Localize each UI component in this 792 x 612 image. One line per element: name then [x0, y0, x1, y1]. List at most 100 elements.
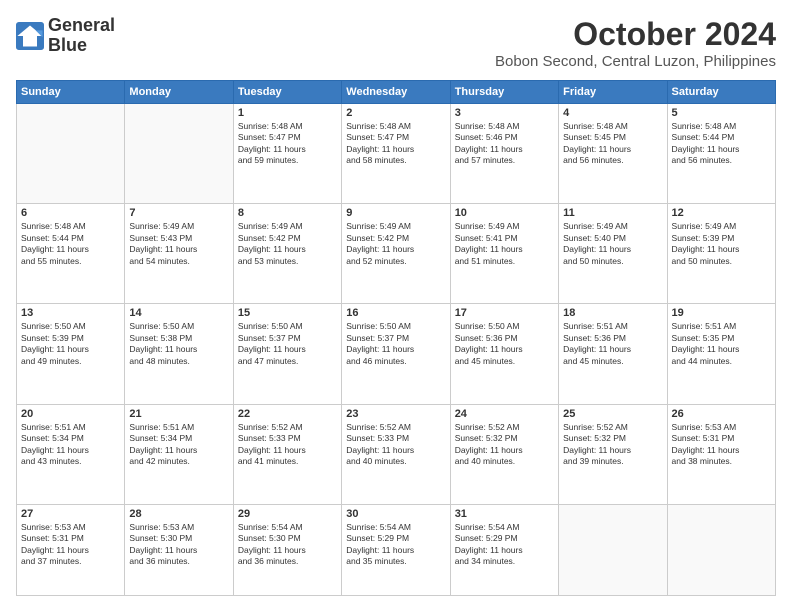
day-number: 12	[672, 207, 771, 219]
day-number: 3	[455, 107, 554, 119]
day-info: Sunrise: 5:52 AM Sunset: 5:32 PM Dayligh…	[563, 422, 662, 468]
calendar-cell: 31Sunrise: 5:54 AM Sunset: 5:29 PM Dayli…	[450, 504, 558, 595]
day-number: 7	[129, 207, 228, 219]
weekday-header-row: SundayMondayTuesdayWednesdayThursdayFrid…	[17, 81, 776, 104]
calendar-cell: 19 Sunrise: 5:51 AM Sunset: 5:35 PM Dayli…	[667, 304, 775, 404]
day-number: 17	[455, 307, 554, 319]
day-info: Sunrise: 5:50 AM Sunset: 5:38 PM Dayligh…	[129, 321, 228, 367]
calendar-cell	[667, 504, 775, 595]
calendar-cell: 24 Sunrise: 5:52 AM Sunset: 5:32 PM Dayli…	[450, 404, 558, 504]
calendar-cell: 13Sunrise: 5:50 AM Sunset: 5:39 PM Dayli…	[17, 304, 125, 404]
logo-text: General Blue	[48, 16, 115, 56]
month-title: October 2024	[495, 16, 776, 53]
calendar-cell: 21 Sunrise: 5:51 AM Sunset: 5:34 PM Dayli…	[125, 404, 233, 504]
day-number: 20	[21, 408, 120, 420]
day-info: Sunrise: 5:49 AM Sunset: 5:43 PM Dayligh…	[129, 221, 228, 267]
weekday-header-tuesday: Tuesday	[233, 81, 341, 104]
day-info: Sunrise: 5:50 AM Sunset: 5:37 PM Dayligh…	[346, 321, 445, 367]
day-info: Sunrise: 5:48 AM Sunset: 5:44 PM Dayligh…	[672, 121, 771, 167]
calendar-cell: 29Sunrise: 5:54 AM Sunset: 5:30 PM Dayli…	[233, 504, 341, 595]
day-info: Sunrise: 5:52 AM Sunset: 5:33 PM Dayligh…	[346, 422, 445, 468]
day-number: 4	[563, 107, 662, 119]
day-number: 2	[346, 107, 445, 119]
day-number: 18	[563, 307, 662, 319]
day-number: 29	[238, 508, 337, 520]
calendar-table: SundayMondayTuesdayWednesdayThursdayFrid…	[16, 80, 776, 596]
day-info: Sunrise: 5:50 AM Sunset: 5:39 PM Dayligh…	[21, 321, 120, 367]
calendar-cell: 27Sunrise: 5:53 AM Sunset: 5:31 PM Dayli…	[17, 504, 125, 595]
calendar-cell: 1 Sunrise: 5:48 AM Sunset: 5:47 PM Daylig…	[233, 104, 341, 204]
calendar-cell: 15 Sunrise: 5:50 AM Sunset: 5:37 PM Dayli…	[233, 304, 341, 404]
logo-line1: General	[48, 16, 115, 36]
day-number: 24	[455, 408, 554, 420]
header: General Blue October 2024 Bobon Second, …	[16, 16, 776, 70]
weekday-header-saturday: Saturday	[667, 81, 775, 104]
day-info: Sunrise: 5:52 AM Sunset: 5:33 PM Dayligh…	[238, 422, 337, 468]
logo-line2: Blue	[48, 36, 115, 56]
day-info: Sunrise: 5:48 AM Sunset: 5:45 PM Dayligh…	[563, 121, 662, 167]
location-title: Bobon Second, Central Luzon, Philippines	[495, 53, 776, 70]
calendar-week-4: 27Sunrise: 5:53 AM Sunset: 5:31 PM Dayli…	[17, 504, 776, 595]
calendar-cell: 22 Sunrise: 5:52 AM Sunset: 5:33 PM Dayli…	[233, 404, 341, 504]
day-number: 21	[129, 408, 228, 420]
calendar-cell: 11 Sunrise: 5:49 AM Sunset: 5:40 PM Dayli…	[559, 204, 667, 304]
day-number: 15	[238, 307, 337, 319]
calendar-cell: 12 Sunrise: 5:49 AM Sunset: 5:39 PM Dayli…	[667, 204, 775, 304]
weekday-header-thursday: Thursday	[450, 81, 558, 104]
calendar-cell: 16 Sunrise: 5:50 AM Sunset: 5:37 PM Dayli…	[342, 304, 450, 404]
day-info: Sunrise: 5:51 AM Sunset: 5:36 PM Dayligh…	[563, 321, 662, 367]
day-number: 25	[563, 408, 662, 420]
day-info: Sunrise: 5:49 AM Sunset: 5:39 PM Dayligh…	[672, 221, 771, 267]
weekday-header-monday: Monday	[125, 81, 233, 104]
day-info: Sunrise: 5:49 AM Sunset: 5:40 PM Dayligh…	[563, 221, 662, 267]
logo: General Blue	[16, 16, 115, 56]
day-info: Sunrise: 5:51 AM Sunset: 5:35 PM Dayligh…	[672, 321, 771, 367]
calendar-cell: 10 Sunrise: 5:49 AM Sunset: 5:41 PM Dayli…	[450, 204, 558, 304]
day-info: Sunrise: 5:51 AM Sunset: 5:34 PM Dayligh…	[21, 422, 120, 468]
weekday-header-wednesday: Wednesday	[342, 81, 450, 104]
day-number: 28	[129, 508, 228, 520]
calendar-week-3: 20 Sunrise: 5:51 AM Sunset: 5:34 PM Dayli…	[17, 404, 776, 504]
calendar-week-2: 13Sunrise: 5:50 AM Sunset: 5:39 PM Dayli…	[17, 304, 776, 404]
logo-icon	[16, 22, 44, 50]
day-number: 19	[672, 307, 771, 319]
calendar-cell: 28 Sunrise: 5:53 AM Sunset: 5:30 PM Dayli…	[125, 504, 233, 595]
day-number: 30	[346, 508, 445, 520]
calendar-cell: 26 Sunrise: 5:53 AM Sunset: 5:31 PM Dayli…	[667, 404, 775, 504]
header-right: October 2024 Bobon Second, Central Luzon…	[495, 16, 776, 70]
day-number: 10	[455, 207, 554, 219]
calendar-cell: 17Sunrise: 5:50 AM Sunset: 5:36 PM Dayli…	[450, 304, 558, 404]
day-info: Sunrise: 5:48 AM Sunset: 5:47 PM Dayligh…	[238, 121, 337, 167]
day-number: 8	[238, 207, 337, 219]
calendar-cell: 5Sunrise: 5:48 AM Sunset: 5:44 PM Daylig…	[667, 104, 775, 204]
page: General Blue October 2024 Bobon Second, …	[0, 0, 792, 612]
day-number: 9	[346, 207, 445, 219]
day-info: Sunrise: 5:52 AM Sunset: 5:32 PM Dayligh…	[455, 422, 554, 468]
day-info: Sunrise: 5:48 AM Sunset: 5:47 PM Dayligh…	[346, 121, 445, 167]
calendar-cell: 7 Sunrise: 5:49 AM Sunset: 5:43 PM Daylig…	[125, 204, 233, 304]
calendar-cell: 9Sunrise: 5:49 AM Sunset: 5:42 PM Daylig…	[342, 204, 450, 304]
day-info: Sunrise: 5:50 AM Sunset: 5:37 PM Dayligh…	[238, 321, 337, 367]
day-info: Sunrise: 5:53 AM Sunset: 5:31 PM Dayligh…	[21, 522, 120, 568]
day-number: 26	[672, 408, 771, 420]
calendar-cell: 3Sunrise: 5:48 AM Sunset: 5:46 PM Daylig…	[450, 104, 558, 204]
day-info: Sunrise: 5:53 AM Sunset: 5:31 PM Dayligh…	[672, 422, 771, 468]
day-info: Sunrise: 5:54 AM Sunset: 5:29 PM Dayligh…	[346, 522, 445, 568]
day-info: Sunrise: 5:53 AM Sunset: 5:30 PM Dayligh…	[129, 522, 228, 568]
calendar-week-1: 6Sunrise: 5:48 AM Sunset: 5:44 PM Daylig…	[17, 204, 776, 304]
calendar-week-0: 1 Sunrise: 5:48 AM Sunset: 5:47 PM Daylig…	[17, 104, 776, 204]
day-number: 22	[238, 408, 337, 420]
weekday-header-friday: Friday	[559, 81, 667, 104]
day-info: Sunrise: 5:49 AM Sunset: 5:41 PM Dayligh…	[455, 221, 554, 267]
calendar-cell	[17, 104, 125, 204]
day-info: Sunrise: 5:48 AM Sunset: 5:44 PM Dayligh…	[21, 221, 120, 267]
calendar-cell	[559, 504, 667, 595]
calendar-cell: 20 Sunrise: 5:51 AM Sunset: 5:34 PM Dayli…	[17, 404, 125, 504]
day-number: 16	[346, 307, 445, 319]
calendar-cell: 30 Sunrise: 5:54 AM Sunset: 5:29 PM Dayli…	[342, 504, 450, 595]
calendar-cell: 14Sunrise: 5:50 AM Sunset: 5:38 PM Dayli…	[125, 304, 233, 404]
calendar-cell: 8Sunrise: 5:49 AM Sunset: 5:42 PM Daylig…	[233, 204, 341, 304]
day-number: 11	[563, 207, 662, 219]
day-number: 1	[238, 107, 337, 119]
day-info: Sunrise: 5:51 AM Sunset: 5:34 PM Dayligh…	[129, 422, 228, 468]
